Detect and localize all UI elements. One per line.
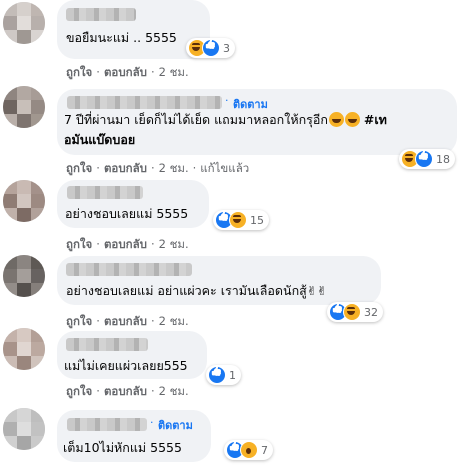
hashtag-link[interactable]: อมันแบ๊ดบอย	[64, 132, 135, 147]
comment-actions: ถูกใจ · ตอบกลับ · 2 ชม.	[66, 65, 189, 79]
avatar[interactable]	[3, 408, 45, 450]
reaction-count: 1	[229, 368, 236, 382]
comment-text: อย่างชอบเลยแม่ 5555	[65, 206, 189, 221]
reply-button[interactable]: ตอบกลับ	[104, 237, 147, 251]
like-button[interactable]: ถูกใจ	[66, 314, 92, 328]
haha-emoji-icon	[328, 112, 344, 127]
reply-button[interactable]: ตอบกลับ	[104, 65, 147, 79]
comment-time[interactable]: 2 ชม.	[159, 237, 189, 251]
comment-time[interactable]: 2 ชม.	[159, 384, 189, 398]
comment-bubble: อย่างชอบเลยแม่ อย่าแผ่วคะ เรามันเลือดนัก…	[57, 256, 381, 305]
like-reaction-icon	[208, 366, 226, 384]
commenter-name[interactable]	[66, 263, 192, 276]
like-button[interactable]: ถูกใจ	[66, 384, 92, 398]
comment-actions: ถูกใจ · ตอบกลับ · 2 ชม.	[66, 237, 189, 251]
comment-bubble: แม่ไม่เคยแผ่วเลยย555	[57, 331, 207, 379]
reaction-summary[interactable]: 18	[399, 149, 455, 169]
comment-bubble: · ติดตาม เต็ม10ไม่หักแม่ 5555	[57, 410, 211, 462]
comment-actions: ถูกใจ · ตอบกลับ · 2 ชม.	[66, 384, 189, 398]
reaction-count: 32	[364, 305, 378, 319]
commenter-name[interactable]	[67, 96, 222, 109]
like-button[interactable]: ถูกใจ	[66, 161, 92, 175]
reaction-count: 15	[250, 213, 264, 227]
comment-time[interactable]: 2 ชม.	[159, 65, 189, 79]
victory-hand-icon: ✌✌	[306, 284, 327, 298]
reaction-summary[interactable]: 1	[206, 365, 241, 385]
comment-bubble: · ติดตาม 7 ปีที่ผ่านมา เย็ดก็ไม่ได้เย็ด …	[57, 89, 457, 155]
haha-emoji-icon	[344, 112, 360, 127]
reaction-summary[interactable]: 32	[327, 302, 383, 322]
reaction-count: 18	[436, 152, 450, 166]
reaction-summary[interactable]: 15	[213, 210, 269, 230]
comment-actions: ถูกใจ · ตอบกลับ · 2 ชม.	[66, 314, 189, 328]
reaction-summary[interactable]: 3	[186, 38, 235, 58]
reply-button[interactable]: ตอบกลับ	[104, 161, 147, 175]
commenter-name[interactable]	[67, 418, 147, 431]
comment-time[interactable]: 2 ชม.	[159, 161, 189, 175]
avatar[interactable]	[3, 2, 45, 44]
comment-text: 7 ปีที่ผ่านมา เย็ดก็ไม่ได้เย็ด แถมมาหลอก…	[64, 112, 387, 147]
comment-time[interactable]: 2 ชม.	[159, 314, 189, 328]
avatar[interactable]	[3, 328, 45, 370]
reaction-count: 7	[261, 443, 268, 457]
avatar[interactable]	[3, 180, 45, 222]
reply-button[interactable]: ตอบกลับ	[104, 384, 147, 398]
comment-text: ขอยืมนะแม่ .. 5555	[66, 30, 177, 45]
commenter-name[interactable]	[67, 186, 143, 199]
follow-link[interactable]: ติดตาม	[158, 416, 193, 434]
like-reaction-icon	[415, 150, 433, 168]
reply-button[interactable]: ตอบกลับ	[104, 314, 147, 328]
reaction-summary[interactable]: 7	[224, 440, 273, 460]
like-button[interactable]: ถูกใจ	[66, 237, 92, 251]
like-button[interactable]: ถูกใจ	[66, 65, 92, 79]
reaction-count: 3	[223, 41, 230, 55]
hashtag-link[interactable]: #เท	[364, 112, 387, 127]
haha-reaction-icon	[343, 303, 361, 321]
comment-text: เต็ม10ไม่หักแม่ 5555	[63, 440, 182, 455]
avatar[interactable]	[3, 255, 45, 297]
commenter-name[interactable]	[66, 8, 136, 21]
edited-label[interactable]: แก้ไขแล้ว	[200, 161, 249, 175]
comment-actions: ถูกใจ · ตอบกลับ · 2 ชม. · แก้ไขแล้ว	[66, 161, 250, 175]
comment-text: แม่ไม่เคยแผ่วเลยย555	[64, 358, 188, 373]
wow-reaction-icon	[240, 441, 258, 459]
haha-reaction-icon	[229, 211, 247, 229]
avatar[interactable]	[3, 86, 45, 128]
commenter-name[interactable]	[66, 338, 148, 351]
like-reaction-icon	[202, 39, 220, 57]
comment-text: อย่างชอบเลยแม่ อย่าแผ่วคะ เรามันเลือดนัก…	[66, 281, 327, 301]
comment-bubble: อย่างชอบเลยแม่ 5555	[57, 180, 209, 228]
